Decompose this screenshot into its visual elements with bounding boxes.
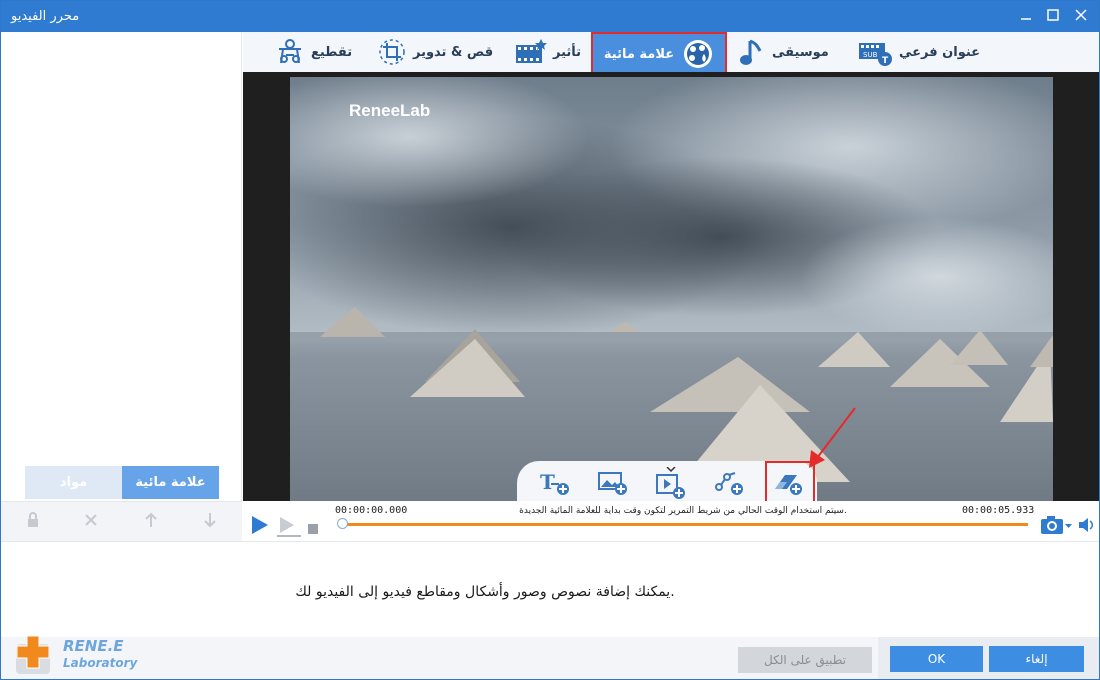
left-panel-tabs: مواد علامة مائية	[25, 466, 219, 499]
watermark-icon	[684, 40, 713, 68]
add-video-button[interactable]	[655, 466, 689, 499]
stop-button[interactable]	[307, 520, 319, 539]
timeline-hint: سيتم استخدام الوقت الحالي من شريط التمري…	[519, 506, 847, 516]
move-up-icon[interactable]	[141, 512, 161, 532]
play-segment-icon	[277, 517, 301, 537]
tab-crop-rotate[interactable]: قص & تدوير	[377, 32, 499, 72]
cut-scissors-icon	[279, 39, 301, 64]
left-panel-toolbar	[1, 501, 242, 541]
stop-icon	[308, 524, 318, 534]
video-preview-area: ReneeLab T	[243, 72, 1099, 505]
timeline-progress	[338, 523, 1028, 526]
tab-subtitle-label: عنوان فرعي	[899, 44, 981, 60]
tab-cut-label: تقطيع	[311, 44, 353, 60]
title-bar: محرر الفيديو	[1, 1, 1099, 32]
rene-logo: RENE.E Laboratory	[13, 634, 153, 678]
add-text-button[interactable]: T	[539, 467, 573, 497]
tab-effect[interactable]: تأثير	[513, 32, 587, 72]
total-time: 00:00:05.933	[962, 505, 1035, 516]
watermark-overlay-text[interactable]: ReneeLab	[349, 101, 430, 121]
add-shape-button[interactable]	[713, 467, 747, 497]
tab-cut[interactable]: تقطيع	[275, 32, 358, 72]
volume-button[interactable]	[1077, 515, 1097, 539]
timeline-slider[interactable]	[337, 518, 1028, 529]
logo-line1: RENE.E	[63, 637, 124, 655]
play-button[interactable]	[250, 514, 270, 540]
playback-bar: 00:00:00.000 سيتم استخدام الوقت الحالي م…	[243, 501, 1099, 541]
tab-watermark-list[interactable]: علامة مائية	[122, 466, 219, 499]
tab-watermark-label: علامة مائية	[603, 46, 675, 62]
svg-text:T: T	[882, 56, 889, 66]
snapshot-button[interactable]	[1039, 514, 1073, 540]
close-icon[interactable]	[1072, 7, 1090, 25]
watermark-list-panel: مواد علامة مائية	[1, 32, 242, 541]
tab-crop-rotate-label: قص & تدوير	[413, 44, 494, 60]
add-video-icon	[656, 466, 685, 499]
annotation-arrow-icon	[809, 407, 856, 468]
video-frame: ReneeLab	[290, 77, 1053, 501]
maximize-icon[interactable]	[1044, 7, 1062, 25]
camera-icon	[1041, 516, 1072, 534]
subtitle-icon: SUB T	[859, 43, 892, 66]
info-area: يمكنك إضافة نصوص وصور وأشكال ومقاطع فيدي…	[1, 541, 1099, 637]
play-segment-button[interactable]	[277, 515, 301, 541]
add-element-dock: T	[517, 461, 817, 505]
window-title: محرر الفيديو	[11, 9, 80, 24]
add-text-icon: T	[540, 470, 569, 495]
editor-tab-bar: تقطيع قص & تدوير تأثير علامة مائية موسيق…	[243, 32, 1099, 76]
tab-watermark[interactable]: علامة مائية	[591, 32, 727, 76]
add-image-icon	[598, 472, 627, 495]
volume-icon	[1079, 518, 1093, 532]
current-time: 00:00:00.000	[335, 505, 408, 516]
tab-subtitle[interactable]: SUB T عنوان فرعي	[857, 32, 986, 72]
delete-icon[interactable]	[81, 512, 101, 532]
rene-logo-icon	[16, 635, 50, 674]
svg-text:SUB: SUB	[863, 51, 878, 59]
effect-film-icon	[516, 39, 547, 63]
logo-line2: Laboratory	[63, 656, 138, 670]
ok-button[interactable]: OK	[890, 646, 983, 672]
timeline-knob[interactable]	[337, 518, 348, 529]
apply-all-button[interactable]: تطبيق على الكل	[738, 647, 872, 673]
info-text: يمكنك إضافة نصوص وصور وأشكال ومقاطع فيدي…	[295, 584, 675, 600]
music-note-icon	[740, 39, 762, 65]
tab-music-label: موسيقى	[772, 44, 829, 60]
move-down-icon[interactable]	[200, 512, 220, 532]
add-image-button[interactable]	[597, 467, 631, 497]
svg-text:T: T	[540, 470, 555, 494]
tab-effect-label: تأثير	[553, 44, 582, 60]
video-editor-window: محرر الفيديو مواد علامة مائية تقطيع قص &…	[0, 0, 1100, 680]
add-shape-icon	[715, 472, 743, 495]
play-icon	[252, 516, 268, 534]
tab-materials[interactable]: مواد	[25, 466, 122, 499]
minimize-icon[interactable]	[1017, 7, 1035, 25]
crop-rotate-icon	[379, 39, 405, 65]
lock-icon[interactable]	[23, 512, 43, 532]
tab-music[interactable]: موسيقى	[738, 32, 835, 72]
cancel-button[interactable]: إلغاء	[989, 646, 1084, 672]
video-frame-image	[290, 77, 1053, 501]
